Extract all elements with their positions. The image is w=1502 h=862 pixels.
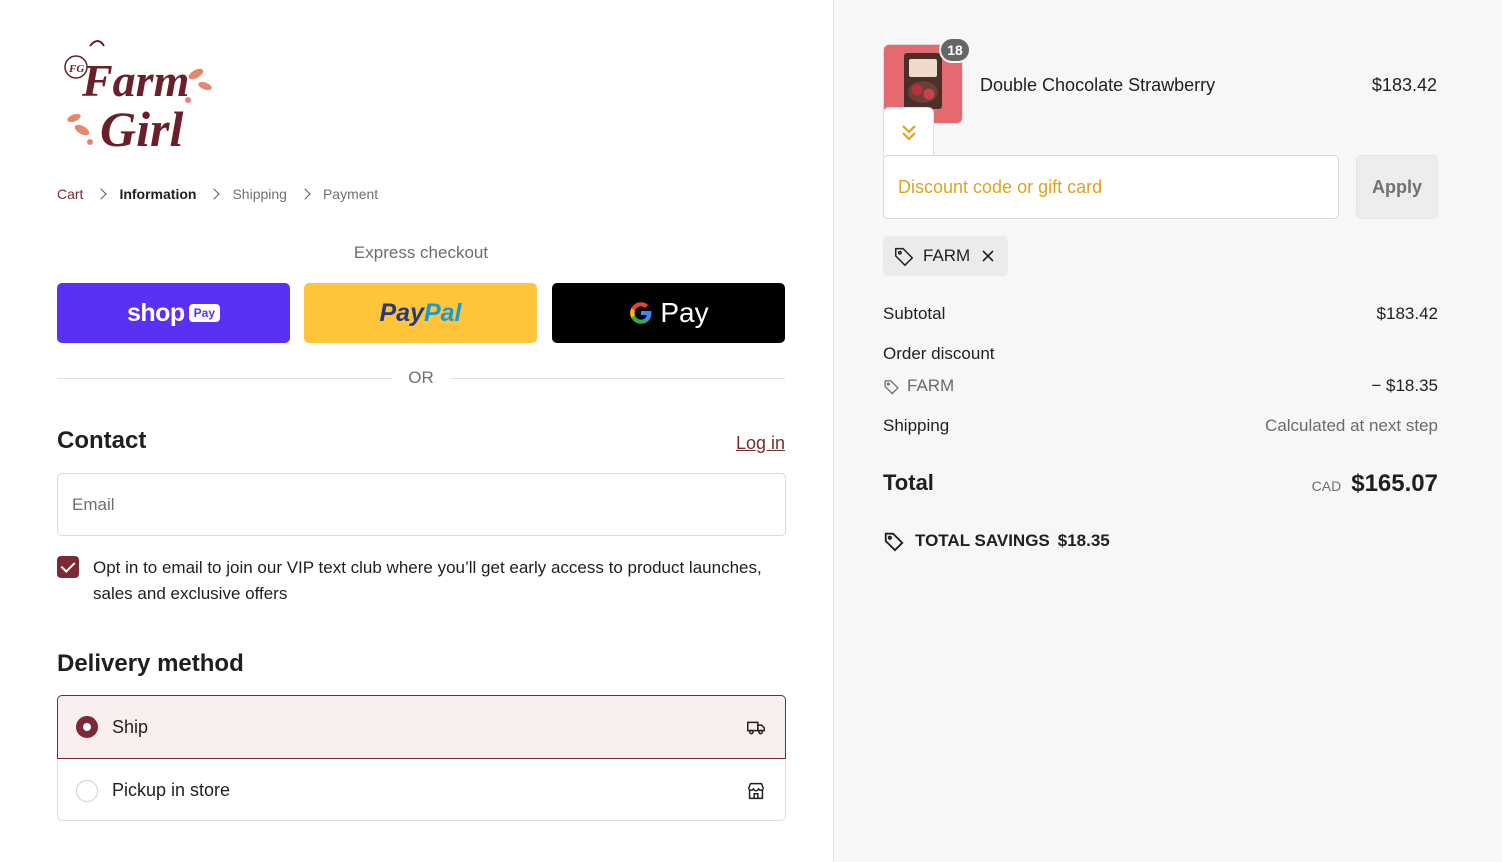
radio-selected[interactable] [76,716,98,738]
optin-checkbox[interactable] [57,556,79,578]
paypal-button[interactable]: Pay Pal [304,283,537,343]
order-discount-row: Order discount [883,344,1438,364]
chevron-right-icon [299,188,311,200]
chevron-right-icon [208,188,221,200]
tag-icon [884,379,899,394]
applied-discount-chip: FARM [883,236,1009,276]
order-discount-label: Order discount [883,344,995,363]
breadcrumb-information: Information [119,186,197,202]
tag-icon [895,247,914,267]
subtotal-row: Subtotal $183.42 [883,304,1438,324]
delivery-method-title: Delivery method [57,650,244,677]
delivery-method-options: Ship Pickup in store [57,695,786,821]
breadcrumb-shipping: Shipping [232,186,287,202]
svg-text:Farm: Farm [81,55,189,106]
shipping-label: Shipping [883,416,950,435]
email-field[interactable] [57,473,786,536]
subtotal-value: $183.42 [1376,304,1438,323]
google-pay-wordmark: Pay [660,297,709,328]
product-package-label [909,59,937,77]
store-icon [747,782,765,799]
total-savings-label: TOTAL SAVINGS [915,531,1050,550]
shop-pay-button[interactable]: shop Pay [57,283,290,343]
discount-code-input[interactable] [883,155,1339,219]
svg-text:Girl: Girl [100,101,183,157]
divider-line [449,377,785,379]
tag-icon [884,532,904,552]
optin-label: Opt in to email to join our VIP text clu… [93,558,762,603]
order-summary: 18 Double Chocolate Strawberry $183.42 A… [833,0,1502,862]
total-amount: $165.07 [1351,470,1438,497]
expand-line-items-button[interactable] [883,107,934,157]
total-savings-amount: $18.35 [1057,531,1110,550]
total-row: Total CAD $165.07 [883,470,1438,498]
shipping-row: Shipping Calculated at next step [883,416,1438,436]
contact-title: Contact [57,427,147,454]
delivery-option-label: Pickup in store [112,780,231,800]
discount-code-name: FARM [907,376,955,395]
paypal-wordmark-pal: Pal [423,298,462,327]
checkout-main: FG Farm Girl Cart Information Shipping P… [0,0,833,862]
product-price: $183.42 [1371,75,1437,95]
email-optin: Opt in to email to join our VIP text clu… [57,555,787,607]
breadcrumb: Cart Information Shipping Payment [57,186,378,202]
truck-icon [747,721,765,735]
delivery-option-ship[interactable]: Ship [57,695,786,759]
breadcrumb-cart[interactable]: Cart [57,186,83,202]
product-berries [908,81,938,103]
shipping-value: Calculated at next step [1265,416,1438,435]
google-g-icon [630,302,652,324]
delivery-option-label: Ship [112,716,149,737]
divider-line [57,377,393,379]
apply-discount-button[interactable]: Apply [1356,155,1438,219]
delivery-option-pickup[interactable]: Pickup in store [58,759,785,822]
paypal-wordmark-pay: Pay [379,298,424,327]
currency-code: CAD [1311,478,1342,494]
or-text: OR [408,368,434,387]
shop-pay-badge: Pay [188,304,221,322]
total-label: Total [883,470,934,495]
applied-discount-code: FARM [923,246,971,265]
radio-unselected[interactable] [76,779,98,802]
login-link[interactable]: Log in [736,433,785,454]
total-savings: TOTAL SAVINGS $18.35 [883,530,1110,552]
chevron-double-down-icon [901,124,916,141]
or-divider: OR [57,368,785,388]
shop-pay-wordmark: shop [126,298,185,327]
chevron-right-icon [95,188,108,200]
express-checkout-label: Express checkout [353,243,489,262]
quantity-badge: 18 [939,37,971,63]
close-icon[interactable] [980,248,996,264]
breadcrumb-payment: Payment [322,186,379,202]
farm-girl-logo[interactable]: FG Farm Girl [60,34,222,164]
product-name: Double Chocolate Strawberry [980,75,1216,95]
google-pay-button[interactable]: Pay [552,283,785,343]
discount-code-row: FARM − $18.35 [883,376,1438,396]
subtotal-label: Subtotal [883,304,946,323]
discount-amount: − $18.35 [1371,376,1438,395]
total-value-group: CAD $165.07 [1312,470,1438,498]
logo-mark: FG Farm Girl [64,40,212,157]
